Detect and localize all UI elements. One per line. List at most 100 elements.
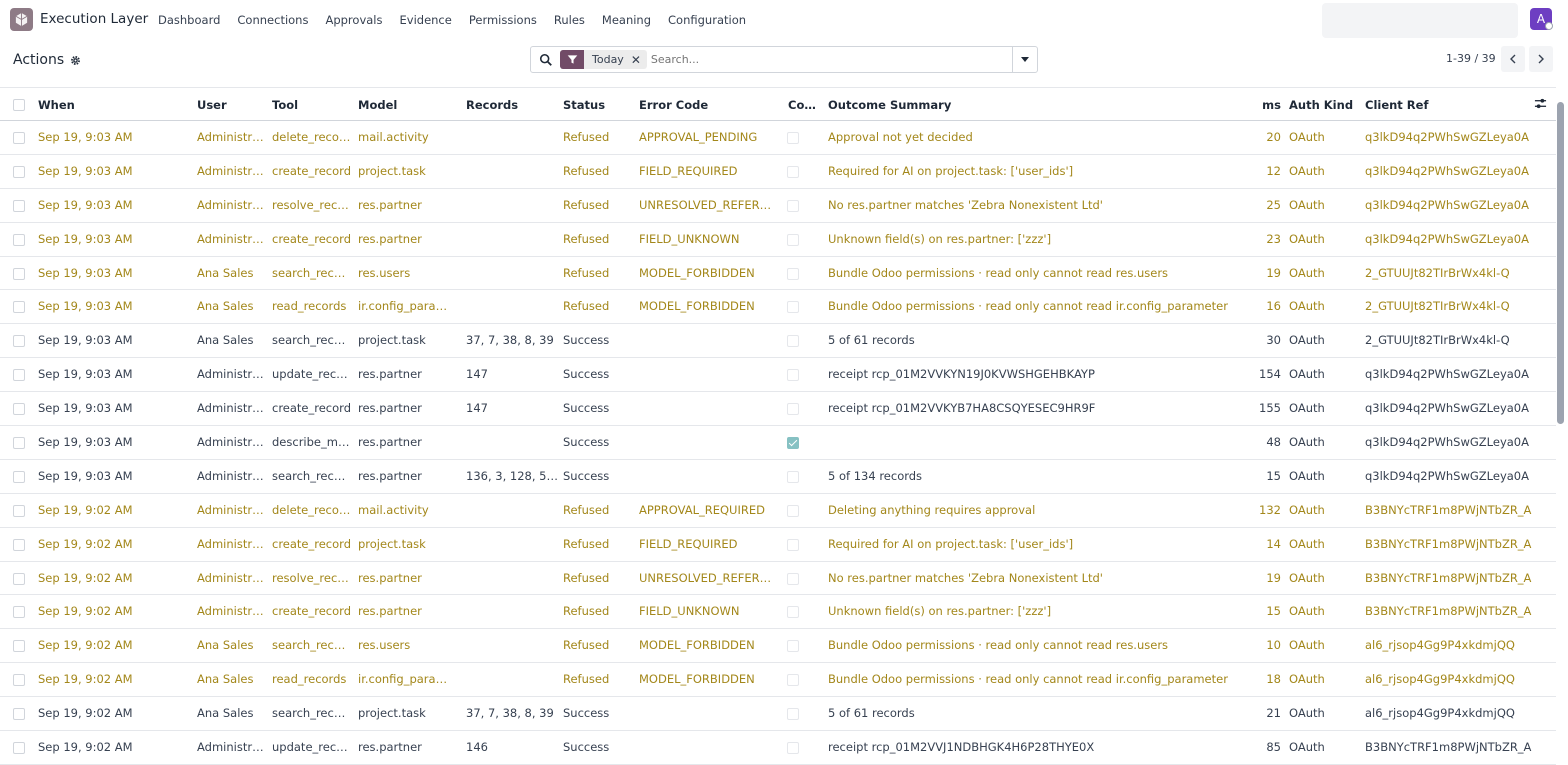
cell-auth-kind: OAuth: [1289, 706, 1325, 721]
cell-auth-kind: OAuth: [1289, 604, 1325, 619]
menu-item-permissions[interactable]: Permissions: [469, 13, 537, 27]
table-row[interactable]: Sep 19, 9:02 AM Administr… resolve_rec… res…: [0, 562, 1556, 596]
table-row[interactable]: Sep 19, 9:03 AM Ana Sales read_records ir.c…: [0, 290, 1556, 325]
row-checkbox[interactable]: [13, 470, 25, 483]
row-checkbox[interactable]: [13, 504, 25, 517]
cell-client-ref: q3lkD94q2PWhSwGZLeya0A: [1365, 163, 1529, 178]
cell-when: Sep 19, 9:02 AM: [38, 706, 133, 721]
cell-records: 37, 7, 38, 8, 39: [466, 706, 554, 721]
row-checkbox[interactable]: [13, 132, 25, 144]
table-row[interactable]: Sep 19, 9:03 AM Administr… describe_m… res.…: [0, 426, 1556, 460]
systray-placeholder[interactable]: [1322, 3, 1518, 38]
cell-error-code: MODEL_FORBIDDEN: [639, 672, 755, 687]
pager-next-button[interactable]: [1529, 46, 1553, 72]
table-row[interactable]: Sep 19, 9:02 AM Ana Sales read_records ir.c…: [0, 663, 1556, 698]
cell-user: Administr…: [197, 435, 264, 450]
app-title[interactable]: Execution Layer: [40, 11, 148, 27]
cell-client-ref: al6_rjsop4Gg9P4xkdmjQQ: [1365, 638, 1515, 653]
table-row[interactable]: Sep 19, 9:02 AM Ana Sales search_reco… res.…: [0, 629, 1556, 664]
table-row[interactable]: Sep 19, 9:02 AM Administr… delete_reco… mai…: [0, 494, 1556, 528]
column-error-code[interactable]: Error Code: [639, 98, 708, 112]
cell-tool: resolve_rec…: [272, 197, 349, 212]
row-checkbox[interactable]: [13, 301, 25, 314]
table-row[interactable]: Sep 19, 9:02 AM Administr… update_rec… res.…: [0, 731, 1556, 765]
column-client-ref[interactable]: Client Ref: [1365, 98, 1428, 112]
cell-when: Sep 19, 9:03 AM: [38, 163, 133, 178]
row-checkbox[interactable]: [13, 674, 25, 687]
cell-error-code: FIELD_UNKNOWN: [639, 231, 740, 246]
row-checkbox[interactable]: [13, 267, 25, 280]
row-checkbox[interactable]: [13, 538, 25, 551]
row-checkbox[interactable]: [13, 199, 25, 212]
table-row[interactable]: Sep 19, 9:03 AM Ana Sales search_reco… proj…: [0, 324, 1556, 359]
table-row[interactable]: Sep 19, 9:02 AM Ana Sales search_reco… proj…: [0, 697, 1556, 732]
close-icon[interactable]: ✕: [631, 53, 647, 67]
cell-error-code: MODEL_FORBIDDEN: [639, 299, 755, 314]
row-checkbox[interactable]: [13, 606, 25, 619]
row-checkbox[interactable]: [13, 640, 25, 653]
cell-outcome-summary: 5 of 134 records: [828, 468, 923, 483]
search-input[interactable]: [650, 53, 1011, 66]
row-checkbox[interactable]: [13, 369, 25, 382]
table-row[interactable]: Sep 19, 9:03 AM Administr… create_record pr…: [0, 155, 1556, 189]
table-row[interactable]: Sep 19, 9:03 AM Administr… search_reco… res…: [0, 460, 1556, 494]
table-row[interactable]: Sep 19, 9:03 AM Administr… update_rec… res.…: [0, 358, 1556, 393]
row-checkbox[interactable]: [13, 335, 25, 348]
scrollbar[interactable]: [1557, 102, 1564, 424]
menu-item-dashboard[interactable]: Dashboard: [158, 13, 220, 27]
optional-columns-icon[interactable]: [1534, 97, 1547, 110]
confirmed-checkbox: [787, 267, 799, 280]
gear-icon[interactable]: [70, 55, 81, 66]
row-checkbox[interactable]: [13, 708, 25, 721]
menu-item-approvals[interactable]: Approvals: [325, 13, 382, 27]
search-options-toggle[interactable]: [1012, 47, 1037, 72]
menu-item-meaning[interactable]: Meaning: [602, 13, 651, 27]
cell-auth-kind: OAuth: [1289, 299, 1325, 314]
search-facet[interactable]: Today ✕: [560, 50, 647, 69]
row-checkbox[interactable]: [13, 572, 25, 585]
column-confirmed[interactable]: Co…: [788, 98, 816, 112]
column-status[interactable]: Status: [563, 98, 605, 112]
column-outcome-summary[interactable]: Outcome Summary: [828, 98, 951, 112]
select-all-checkbox[interactable]: [13, 99, 25, 111]
column-records[interactable]: Records: [466, 98, 518, 112]
column-when[interactable]: When: [38, 98, 75, 112]
table-row[interactable]: Sep 19, 9:03 AM Administr… create_record re…: [0, 223, 1556, 257]
cell-ms: 15: [1266, 604, 1281, 619]
search-icon[interactable]: [539, 53, 553, 67]
menu-item-rules[interactable]: Rules: [554, 13, 585, 27]
confirmed-checkbox: [787, 437, 799, 450]
column-model[interactable]: Model: [358, 98, 397, 112]
row-checkbox[interactable]: [13, 742, 25, 755]
table-row[interactable]: Sep 19, 9:03 AM Ana Sales search_reco… res.…: [0, 257, 1556, 291]
row-checkbox[interactable]: [13, 233, 25, 246]
cell-when: Sep 19, 9:03 AM: [38, 197, 133, 212]
column-auth-kind[interactable]: Auth Kind: [1289, 98, 1353, 112]
cell-when: Sep 19, 9:03 AM: [38, 265, 133, 280]
cell-auth-kind: OAuth: [1289, 536, 1325, 551]
cell-client-ref: q3lkD94q2PWhSwGZLeya0A: [1365, 435, 1529, 450]
control-panel: Actions Today ✕ 1-39 / 39: [0, 40, 1568, 88]
pager-value[interactable]: 1-39 / 39: [1446, 52, 1496, 65]
cell-model: res.partner: [358, 197, 422, 212]
menu-item-configuration[interactable]: Configuration: [668, 13, 746, 27]
column-tool[interactable]: Tool: [272, 98, 298, 112]
row-checkbox[interactable]: [13, 403, 25, 416]
cell-when: Sep 19, 9:03 AM: [38, 468, 133, 483]
table-row[interactable]: Sep 19, 9:02 AM Administr… create_record re…: [0, 595, 1556, 630]
table-row[interactable]: Sep 19, 9:02 AM Administr… create_record pr…: [0, 528, 1556, 562]
cell-error-code: MODEL_FORBIDDEN: [639, 638, 755, 653]
app-logo-icon[interactable]: [10, 8, 33, 31]
cell-user: Ana Sales: [197, 333, 254, 348]
menu-item-evidence[interactable]: Evidence: [400, 13, 452, 27]
column-user[interactable]: User: [197, 98, 227, 112]
table-row[interactable]: Sep 19, 9:03 AM Administr… resolve_rec… res…: [0, 189, 1556, 223]
table-row[interactable]: Sep 19, 9:03 AM Administr… delete_reco… mai…: [0, 121, 1556, 155]
pager-previous-button[interactable]: [1501, 46, 1525, 72]
row-checkbox[interactable]: [13, 165, 25, 178]
menu-item-connections[interactable]: Connections: [237, 13, 308, 27]
table-row[interactable]: Sep 19, 9:03 AM Administr… create_record re…: [0, 392, 1556, 427]
row-checkbox[interactable]: [13, 437, 25, 450]
column-ms[interactable]: ms: [1255, 98, 1281, 112]
cell-when: Sep 19, 9:03 AM: [38, 333, 133, 348]
